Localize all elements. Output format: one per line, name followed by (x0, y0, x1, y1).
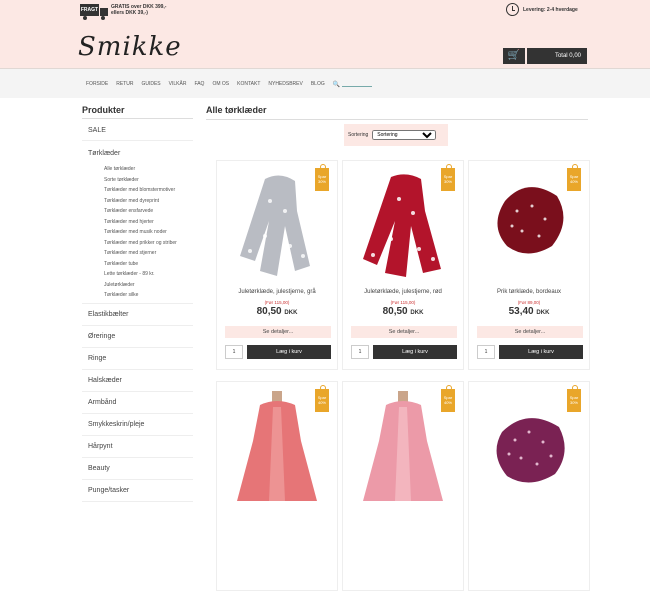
search-input[interactable] (342, 83, 373, 87)
product-price: 53,40 DKK (508, 306, 550, 317)
sub-item[interactable]: Tørklæder med musik noder (104, 227, 193, 238)
product-card: Spar 30% (468, 381, 590, 591)
sidebar-item-halskaeder[interactable]: Halskæder (82, 370, 193, 392)
sidebar-item-sale[interactable]: SALE (82, 119, 193, 141)
nav-blog[interactable]: BLOG (311, 81, 325, 88)
product-name[interactable]: Juletørklæde, julestjerne, rød (343, 289, 463, 295)
sidebar-item-smykkeskrin[interactable]: Smykkeskrin/pleje (82, 414, 193, 436)
product-card: Spar 40% (342, 381, 464, 591)
top-bar: FRAGT GRATIS over DKK 399,- ellers DKK 3… (0, 0, 650, 68)
sub-item[interactable]: Tørklæder med stjerner (104, 248, 193, 259)
sub-item[interactable]: Tørklæder ensfarvede (104, 206, 193, 217)
sort-box: Sortering Sortering (344, 124, 448, 146)
cart-total[interactable]: Total 0,00 (527, 48, 587, 64)
sort-select[interactable]: Sortering (372, 130, 437, 140)
truck-icon: FRAGT (80, 4, 108, 20)
sidebar-item-ringe[interactable]: Ringe (82, 348, 193, 370)
delivery-text: Levering: 2-4 hverdage (523, 6, 578, 13)
add-to-cart-button[interactable]: Læg i kurv (499, 345, 583, 359)
quantity-input[interactable]: 1 (351, 345, 369, 359)
sidebar-title: Produkter (82, 105, 193, 119)
nav-om-os[interactable]: OM OS (212, 81, 229, 88)
delivery-info: Levering: 2-4 hverdage (506, 3, 578, 16)
add-to-cart-button[interactable]: Læg i kurv (373, 345, 457, 359)
sub-item[interactable]: Tørklæder tube (104, 259, 193, 270)
sidebar-item-beauty[interactable]: Beauty (82, 458, 193, 480)
sidebar-item-armband[interactable]: Armbånd (82, 392, 193, 414)
discount-badge: Spar 30% (315, 164, 329, 191)
product-price: 80,50 DKK (256, 306, 298, 317)
shipping-badge: FRAGT (80, 4, 99, 16)
nav-retur[interactable]: RETUR (116, 81, 133, 88)
sub-item[interactable]: Tørklæder med prikker og striber (104, 238, 193, 249)
sub-item[interactable]: Alle tørklæder (104, 164, 193, 175)
sort-label: Sortering (348, 132, 369, 138)
nav-forside[interactable]: FORSIDE (86, 81, 108, 88)
nav-nyhedsbrev[interactable]: NYHEDSBREV (268, 81, 302, 88)
nav-kontakt[interactable]: KONTAKT (237, 81, 260, 88)
discount-badge: Spar 30% (567, 385, 581, 412)
sub-item[interactable]: Lette tørklæder - 89 kr. (104, 269, 193, 280)
product-card: Spar 30% Juletørklæde, julestjerne, grå (… (216, 160, 338, 370)
sub-item[interactable]: Tørklæder med blomstermotiver (104, 185, 193, 196)
old-price: (Før 115,00) (264, 300, 290, 305)
page-title: Alle tørklæder (206, 105, 588, 120)
sidebar-item-oreringe[interactable]: Øreringe (82, 326, 193, 348)
discount-badge: Spar 40% (441, 385, 455, 412)
product-card: Spar 30% Juletørklæde, julestjerne, rød (… (342, 160, 464, 370)
sidebar: Produkter SALE Tørklæder Alle tørklæder … (82, 105, 193, 502)
discount-badge: Spar 40% (567, 164, 581, 191)
nav-vilkar[interactable]: VILKÅR (169, 81, 187, 88)
search-field[interactable]: 🔍 (333, 81, 373, 88)
sub-item[interactable]: Sorte tørklæder (104, 175, 193, 186)
discount-badge: Spar 30% (441, 164, 455, 191)
product-name[interactable]: Prik tørklæde, bordeaux (469, 289, 589, 295)
sub-item[interactable]: Tørklæder med dyreprint (104, 196, 193, 207)
sub-item[interactable]: Tørklæder silke (104, 290, 193, 301)
sub-item[interactable]: Juletørklæder (104, 280, 193, 291)
cart-icon[interactable]: 🛒 (503, 48, 525, 64)
details-button[interactable]: Se detaljer... (225, 326, 331, 338)
sidebar-item-punge[interactable]: Punge/tasker (82, 480, 193, 502)
cart-button[interactable]: 🛒 Total 0,00 (503, 48, 587, 64)
old-price: (Før 115,00) (390, 300, 416, 305)
details-button[interactable]: Se detaljer... (477, 326, 583, 338)
nav-faq[interactable]: FAQ (194, 81, 204, 88)
sidebar-subcategories: Alle tørklæder Sorte tørklæder Tørklæder… (82, 163, 193, 304)
quantity-input[interactable]: 1 (225, 345, 243, 359)
shipping-info: FRAGT GRATIS over DKK 399,- ellers DKK 3… (80, 4, 166, 20)
logo[interactable]: Smikke (78, 32, 182, 62)
shipping-line-2: ellers DKK 39,-) (111, 10, 148, 16)
sub-item[interactable]: Tørklæder med hjerter (104, 217, 193, 228)
old-price: (Før 89,00) (517, 300, 541, 305)
product-area: Alle tørklæder Sortering Sortering Spar 3… (206, 105, 590, 591)
discount-badge: Spar 40% (315, 385, 329, 412)
sidebar-item-scarves[interactable]: Tørklæder (82, 141, 193, 163)
quantity-input[interactable]: 1 (477, 345, 495, 359)
product-price: 80,50 DKK (382, 306, 424, 317)
details-button[interactable]: Se detaljer... (351, 326, 457, 338)
add-to-cart-button[interactable]: Læg i kurv (247, 345, 331, 359)
sidebar-item-harpynt[interactable]: Hårpynt (82, 436, 193, 458)
product-card: Spar 40% (216, 381, 338, 591)
product-card: Spar 40% Prik tørklæde, bordeaux (Før 89,… (468, 160, 590, 370)
search-icon[interactable]: 🔍 (333, 81, 340, 88)
sidebar-item-elastikbaelter[interactable]: Elastikbælter (82, 304, 193, 326)
nav-guides[interactable]: GUIDES (141, 81, 160, 88)
clock-icon (506, 3, 519, 16)
product-name[interactable]: Juletørklæde, julestjerne, grå (217, 289, 337, 295)
main-nav: FORSIDE RETUR GUIDES VILKÅR FAQ OM OS KO… (0, 68, 650, 98)
